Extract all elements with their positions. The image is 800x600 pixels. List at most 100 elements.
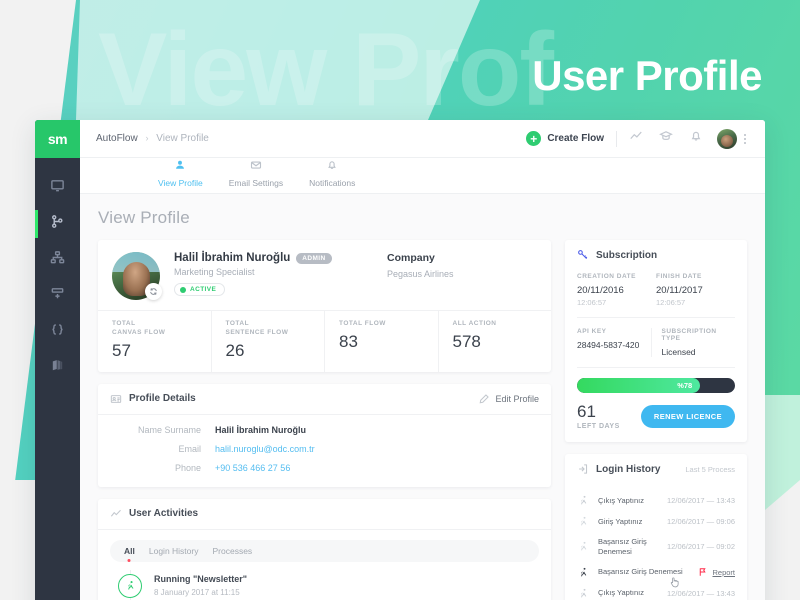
envelope-icon [250, 159, 262, 178]
subscription-divider [577, 317, 735, 318]
user-activities-body: All Login History Processes Running "New… [98, 530, 551, 600]
login-history-text: Çıkış Yaptınız [598, 495, 644, 505]
subscription-type-block: SUBSCRIPTION TYPE Licensed [650, 328, 736, 357]
sidebar-item-add[interactable] [35, 278, 80, 314]
avatar[interactable] [717, 128, 737, 149]
tab-label: Email Settings [228, 178, 284, 188]
bell-icon [689, 129, 703, 148]
finish-date-label: FINISH DATE [656, 273, 702, 280]
api-key-block: API KEY 28494-5837-420 [577, 328, 651, 357]
cursor-pointer-icon [669, 576, 680, 594]
login-history-row[interactable]: Giriş Yaptınız 12/06/2017 — 09:06 [577, 511, 735, 532]
avatar-sync-badge[interactable] [145, 283, 162, 300]
create-flow-button[interactable]: + Create Flow [526, 131, 616, 146]
learning-button[interactable] [651, 129, 681, 148]
login-history-row[interactable]: Çıkış Yaptınız 12/06/2017 — 13:43 [577, 490, 735, 511]
sidebar-item-code[interactable] [35, 314, 80, 350]
user-activities-title: User Activities [129, 508, 199, 520]
runner-icon [577, 541, 590, 552]
login-history-row[interactable]: Başarısız Giriş Denemesi 12/06/2017 — 09… [577, 532, 735, 562]
sidebar-item-structure[interactable] [35, 242, 80, 278]
creation-time-value: 12:06:57 [577, 298, 607, 307]
activity-filter-login-history[interactable]: Login History [149, 546, 199, 556]
runner-icon [577, 516, 590, 527]
stat-label: TOTAL FLOW [339, 320, 386, 327]
login-history-row[interactable]: Çıkış Yaptınız 12/06/2017 — 13:43 [577, 583, 735, 600]
left-days-block: 61 LEFT DAYS [577, 403, 620, 430]
tab-label: Notifications [309, 178, 356, 188]
running-icon [118, 573, 142, 598]
edit-profile-button[interactable]: Edit Profile [478, 393, 539, 405]
renew-licence-button[interactable]: RENEW LICENCE [640, 405, 735, 428]
activity-timeline: Running "Newsletter" 8 January 2017 at 1… [110, 562, 539, 600]
analytics-button[interactable] [621, 129, 651, 148]
user-icon [174, 159, 186, 178]
finish-time-value: 12:06:57 [656, 298, 686, 307]
creation-date-value: 20/11/2016 [577, 285, 624, 296]
stat-value: 57 [112, 340, 131, 360]
detail-value: Halil İbrahim Nuroğlu [215, 424, 307, 435]
login-history-text: Başarısız Giriş Denemesi [598, 537, 647, 556]
finish-date-block: FINISH DATE 20/11/2017 12:06:57 [656, 273, 735, 307]
toolbar-divider [616, 130, 617, 147]
report-action[interactable]: Report [698, 567, 735, 577]
detail-row-name: Name Surname Halil İbrahim Nuroğlu [110, 425, 539, 435]
status-dot-icon [180, 286, 186, 293]
content-area: View Profile Halil İbrahim Nuroğlu ADMIN… [80, 194, 765, 600]
user-activities-card: User Activities All Login History Proces… [98, 498, 551, 600]
page-title: View Profile [98, 208, 190, 227]
stat-value: 83 [339, 331, 358, 351]
tab-notifications[interactable]: Notifications [309, 159, 355, 193]
create-flow-label: Create Flow [547, 133, 604, 144]
sidebar-item-flows[interactable] [35, 206, 80, 242]
activity-filter-processes[interactable]: Processes [212, 546, 252, 556]
sidebar-item-dashboard[interactable] [35, 170, 80, 206]
activity-filter-all[interactable]: All [124, 546, 135, 556]
company-label: Company [387, 252, 435, 264]
report-link[interactable]: Report [712, 568, 735, 577]
left-days-number: 61 [577, 402, 596, 421]
subscription-card: Subscription CREATION DATE 20/11/2016 12… [565, 240, 747, 442]
stat-all-action: ALL ACTION 578 [439, 311, 552, 372]
app-logo[interactable]: sm [35, 120, 80, 158]
api-key-value: 28494-5837-420 [577, 340, 640, 350]
login-history-row-reported[interactable]: Başarısız Giriş Denemesi Report [577, 562, 735, 587]
api-key-label: API KEY [577, 328, 607, 335]
notifications-button[interactable] [681, 129, 711, 148]
topbar-actions: + Create Flow [526, 128, 753, 149]
login-history-header: Login History Last 5 Process [565, 454, 747, 484]
branch-icon [50, 214, 65, 234]
detail-value-email-link[interactable]: halil.nuroglu@odc.com.tr [215, 444, 315, 454]
screenshot-root: View Prof User Profile sm AutoFlow › Vie… [0, 0, 800, 600]
login-arrow-icon [577, 463, 589, 475]
bell-icon [326, 159, 338, 178]
status-label: ACTIVE [190, 286, 217, 293]
hero-watermark: View Prof [98, 12, 554, 128]
profile-header: Halil İbrahim Nuroğlu ADMIN Marketing Sp… [98, 240, 551, 310]
breadcrumb-root[interactable]: AutoFlow [96, 133, 138, 144]
edit-profile-label: Edit Profile [495, 393, 539, 404]
monitor-icon [50, 178, 65, 198]
login-history-title: Login History [596, 463, 661, 475]
login-history-note: Last 5 Process [685, 464, 735, 474]
detail-value-phone-link[interactable]: +90 536 466 27 56 [215, 463, 290, 473]
stat-total-flow: TOTAL FLOW 83 [325, 311, 439, 372]
more-menu-button[interactable] [737, 133, 753, 144]
timeline-title: Running "Newsletter" [154, 573, 248, 584]
progress-fill: %78 [577, 378, 701, 393]
subscription-type-value: Licensed [661, 347, 696, 357]
flag-icon [698, 567, 707, 577]
timeline-item[interactable]: Running "Newsletter" 8 January 2017 at 1… [110, 573, 539, 598]
subscription-footer: 61 LEFT DAYS RENEW LICENCE [577, 403, 735, 430]
finish-date-value: 20/11/2017 [656, 285, 703, 296]
subscription-title: Subscription [596, 249, 658, 261]
stats-row: TOTAL CANVAS FLOW 57 TOTAL SENTENCE FLOW… [98, 310, 551, 372]
tab-view-profile[interactable]: View Profile [158, 159, 203, 193]
sidebar-item-layers[interactable] [35, 350, 80, 386]
breadcrumb-separator: › [145, 133, 149, 143]
login-history-time: 12/06/2017 — 13:43 [667, 496, 735, 505]
tab-email-settings[interactable]: Email Settings [229, 159, 283, 193]
subscription-meta: API KEY 28494-5837-420 SUBSCRIPTION TYPE… [577, 328, 735, 357]
login-history-text: Giriş Yaptınız [598, 516, 643, 526]
profile-details-card: Profile Details Edit Profile Name Surnam… [98, 383, 551, 487]
